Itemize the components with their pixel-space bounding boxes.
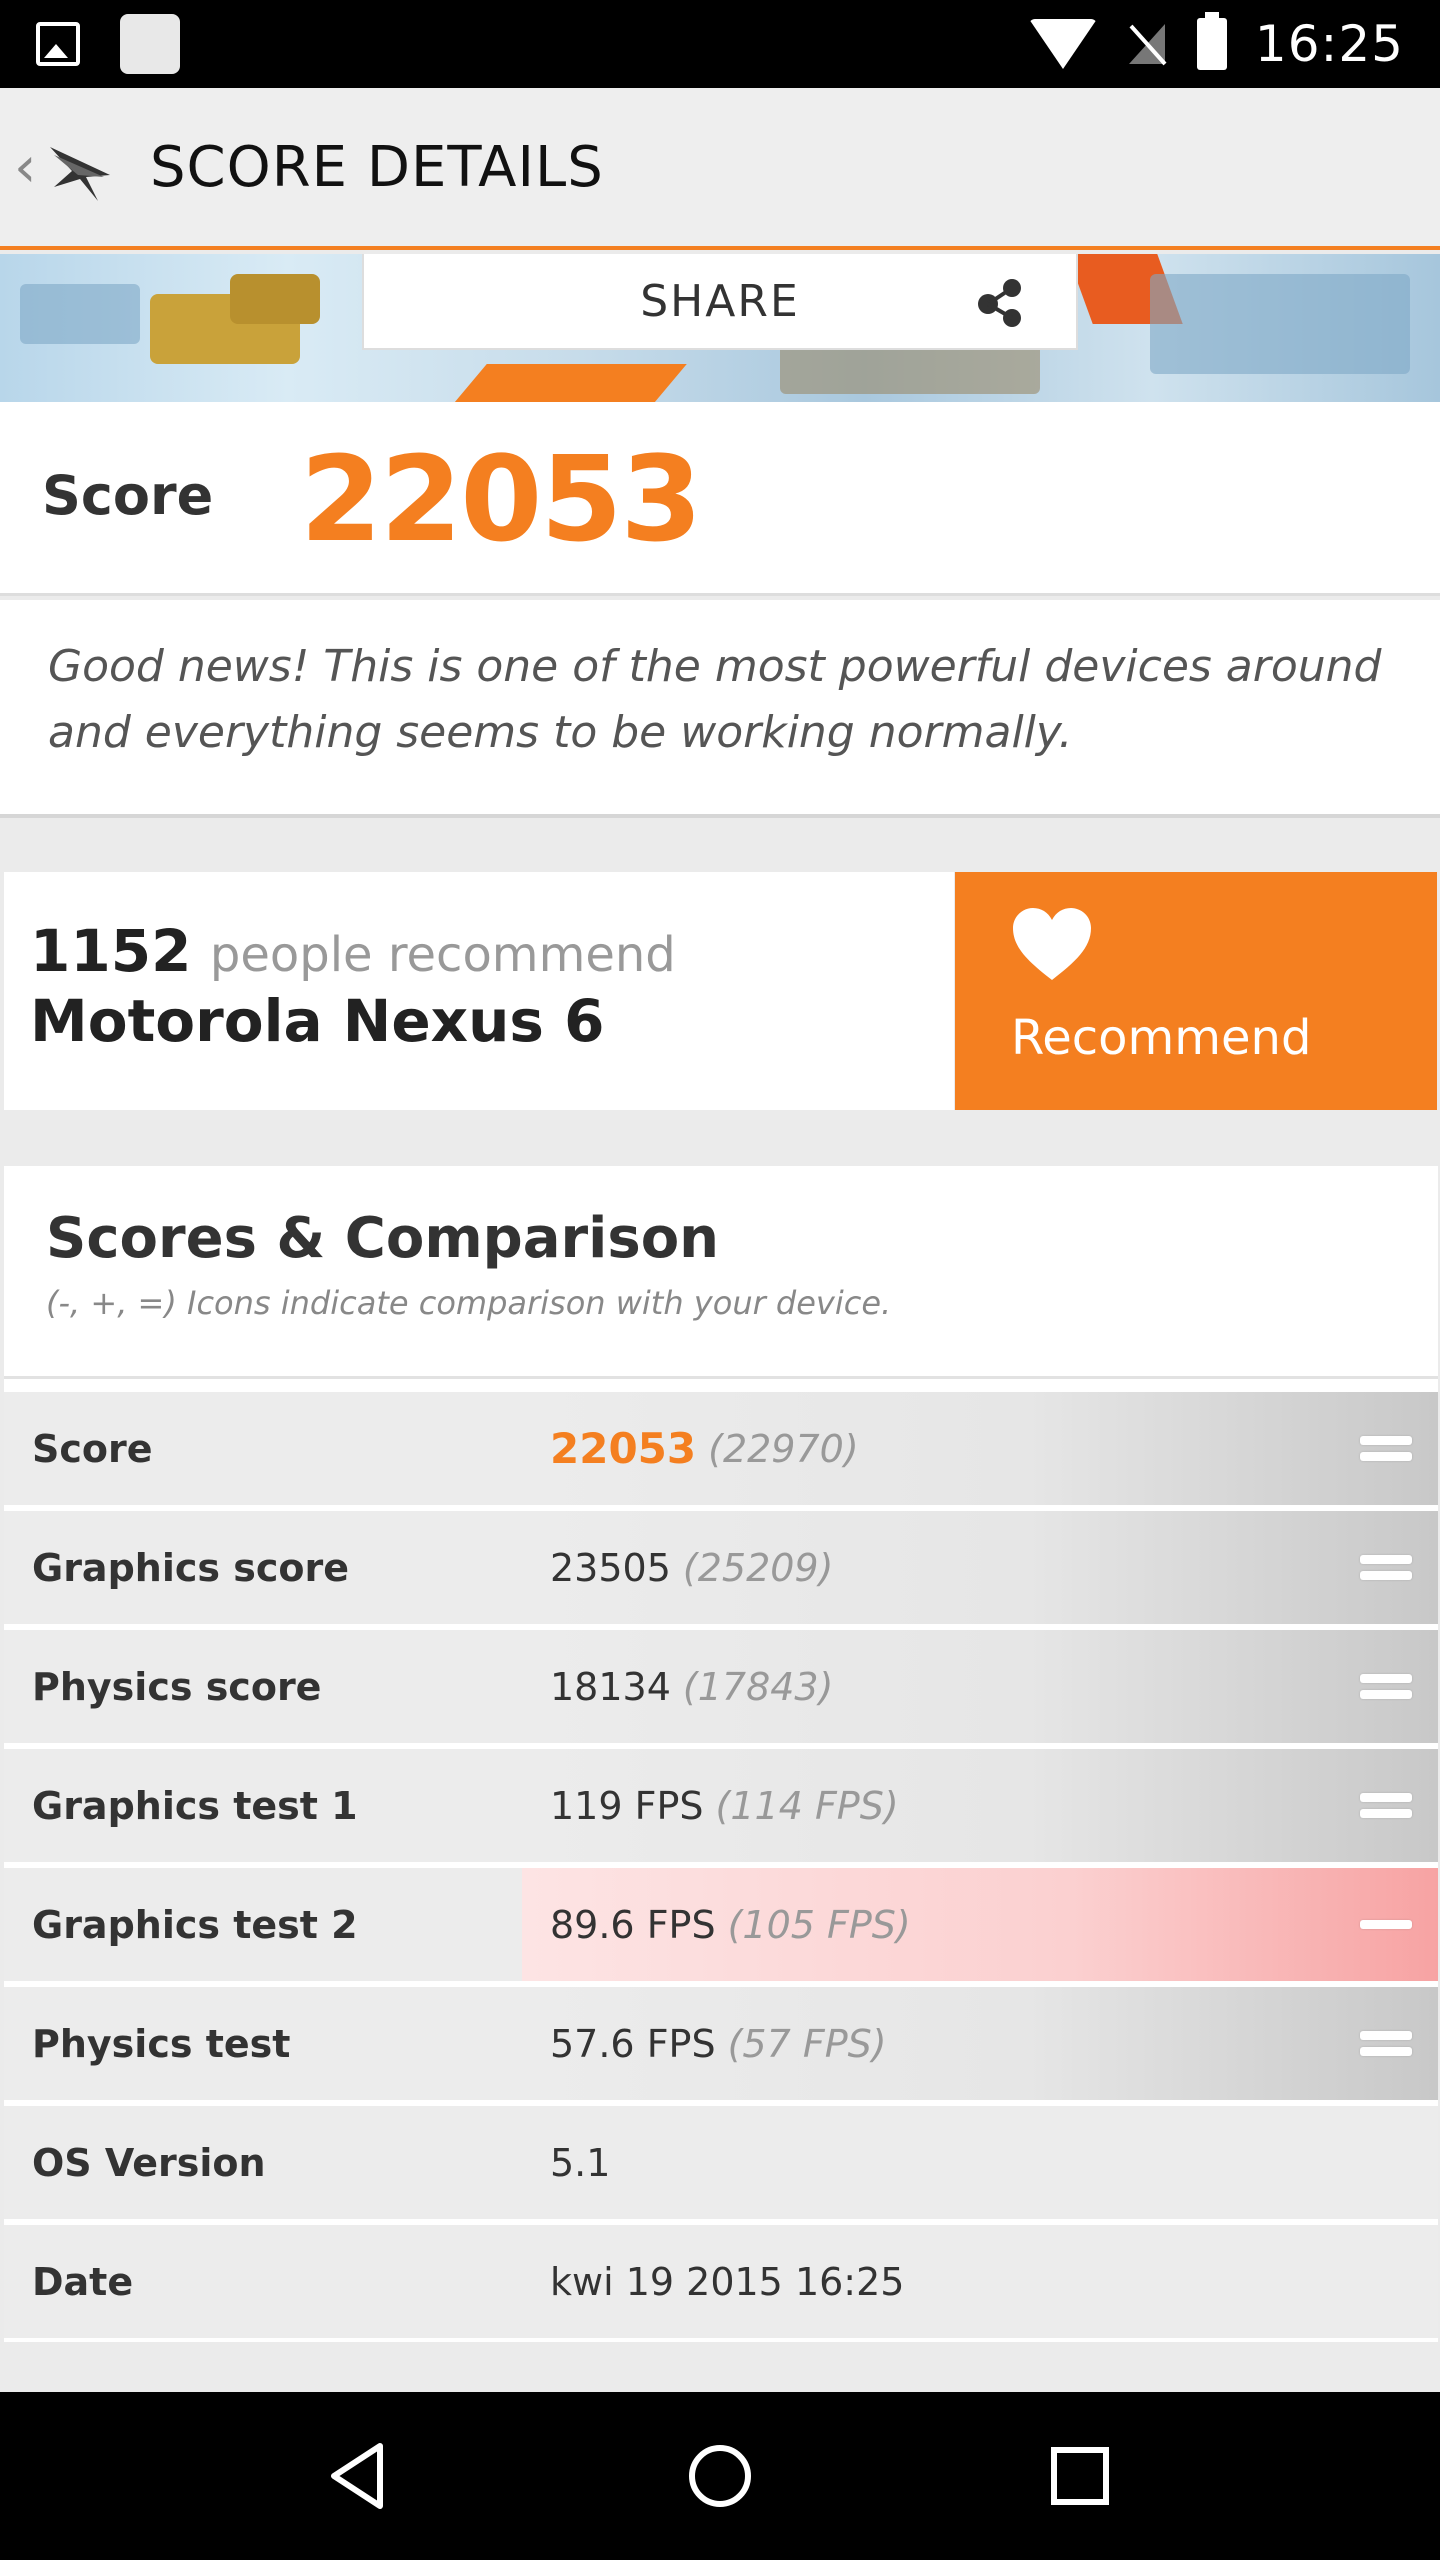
- row-value-cell: 89.6 FPS (105 FPS): [522, 1868, 1438, 1981]
- row-value-cell: 119 FPS (114 FPS): [522, 1749, 1438, 1862]
- share-icon: [978, 279, 1021, 327]
- score-label: Score: [42, 464, 214, 527]
- table-row: Graphics test 1 119 FPS (114 FPS): [4, 1743, 1438, 1862]
- row-reference: (114 FPS): [715, 1783, 899, 1828]
- table-row: Score 22053 (22970): [4, 1386, 1438, 1505]
- recommend-summary: 1152 people recommend Motorola Nexus 6: [4, 872, 954, 1110]
- row-label: Physics test: [4, 1987, 522, 2100]
- row-value: kwi 19 2015 16:25: [550, 2259, 905, 2304]
- table-row: Physics score 18134 (17843): [4, 1624, 1438, 1743]
- chevron-left-icon[interactable]: ‹: [14, 135, 44, 200]
- share-label: SHARE: [640, 275, 800, 327]
- gallery-icon: [36, 22, 80, 66]
- row-value-cell: 18134 (17843): [522, 1630, 1438, 1743]
- equal-icon: [1360, 1668, 1412, 1704]
- row-value: 18134: [550, 1664, 671, 1709]
- divider: [4, 1376, 1438, 1379]
- row-value: 119 FPS: [550, 1783, 704, 1828]
- row-label: Physics score: [4, 1630, 522, 1743]
- clock: 16:25: [1254, 15, 1404, 73]
- battery-icon: [1196, 12, 1227, 70]
- heart-icon: [1013, 908, 1091, 980]
- page-title: SCORE DETAILS: [150, 134, 604, 200]
- equal-icon: [1360, 1430, 1412, 1466]
- row-value: 5.1: [550, 2140, 611, 2185]
- row-label: OS Version: [4, 2106, 522, 2219]
- row-reference: (105 FPS): [727, 1902, 911, 1947]
- no-signal-icon: [1125, 20, 1169, 68]
- status-message: Good news! This is one of the most power…: [48, 641, 1382, 758]
- equal-icon: [1360, 1549, 1412, 1585]
- score-value: 22053: [300, 430, 703, 568]
- row-value-cell: 57.6 FPS (57 FPS): [522, 1987, 1438, 2100]
- recommend-button[interactable]: Recommend: [955, 872, 1437, 1110]
- row-label: Score: [4, 1392, 522, 1505]
- row-value: 89.6 FPS: [550, 1902, 716, 1947]
- scores-comparison-card: Scores & Comparison (-, +, =) Icons indi…: [4, 1166, 1438, 2342]
- device-name: Motorola Nexus 6: [30, 987, 605, 1055]
- notification-square-icon: [120, 14, 180, 74]
- table-row: Physics test 57.6 FPS (57 FPS): [4, 1981, 1438, 2100]
- table-row: Date kwi 19 2015 16:25: [4, 2219, 1438, 2338]
- equal-icon: [1360, 2025, 1412, 2061]
- status-message-card: Good news! This is one of the most power…: [0, 600, 1440, 818]
- wifi-icon: [1028, 19, 1097, 69]
- row-reference: (57 FPS): [727, 2021, 887, 2066]
- recommend-text: 1152 people recommend Motorola Nexus 6: [30, 918, 930, 1054]
- minus-icon: [1360, 1906, 1412, 1942]
- row-value-cell: kwi 19 2015 16:25: [522, 2225, 1438, 2338]
- row-label: Graphics test 1: [4, 1749, 522, 1862]
- share-button[interactable]: SHARE: [362, 254, 1078, 350]
- section-title: Scores & Comparison: [46, 1206, 720, 1271]
- back-triangle-icon[interactable]: [320, 2436, 400, 2516]
- recommend-button-label: Recommend: [1011, 1010, 1312, 1066]
- row-value-cell: 22053 (22970): [522, 1392, 1438, 1505]
- row-value-cell: 5.1: [522, 2106, 1438, 2219]
- row-label: Graphics score: [4, 1511, 522, 1624]
- app-header: ‹ SCORE DETAILS: [0, 88, 1440, 250]
- section-subtitle: (-, +, =) Icons indicate comparison with…: [46, 1284, 892, 1322]
- navigation-bar: [0, 2392, 1440, 2560]
- table-row: OS Version 5.1: [4, 2100, 1438, 2219]
- row-value: 22053: [550, 1424, 697, 1473]
- row-value: 23505: [550, 1545, 671, 1590]
- recents-square-icon[interactable]: [1040, 2436, 1120, 2516]
- home-circle-icon[interactable]: [680, 2436, 760, 2516]
- equal-icon: [1360, 1787, 1412, 1823]
- row-reference: (22970): [708, 1426, 859, 1471]
- row-value-cell: 23505 (25209): [522, 1511, 1438, 1624]
- recommend-count: 1152: [30, 917, 192, 985]
- score-card: Score 22053: [0, 402, 1440, 596]
- table-row: Graphics test 2 89.6 FPS (105 FPS): [4, 1862, 1438, 1981]
- comparison-table: Score 22053 (22970) Graphics score 23505…: [4, 1386, 1438, 2338]
- row-reference: (17843): [682, 1664, 834, 1709]
- status-bar: 16:25: [0, 0, 1440, 88]
- recommend-middle-text: people recommend: [209, 927, 676, 983]
- table-row: Graphics score 23505 (25209): [4, 1505, 1438, 1624]
- 3dmark-logo-icon[interactable]: [44, 127, 124, 207]
- row-value: 57.6 FPS: [550, 2021, 716, 2066]
- row-reference: (25209): [682, 1545, 834, 1590]
- row-label: Graphics test 2: [4, 1868, 522, 1981]
- row-label: Date: [4, 2225, 522, 2338]
